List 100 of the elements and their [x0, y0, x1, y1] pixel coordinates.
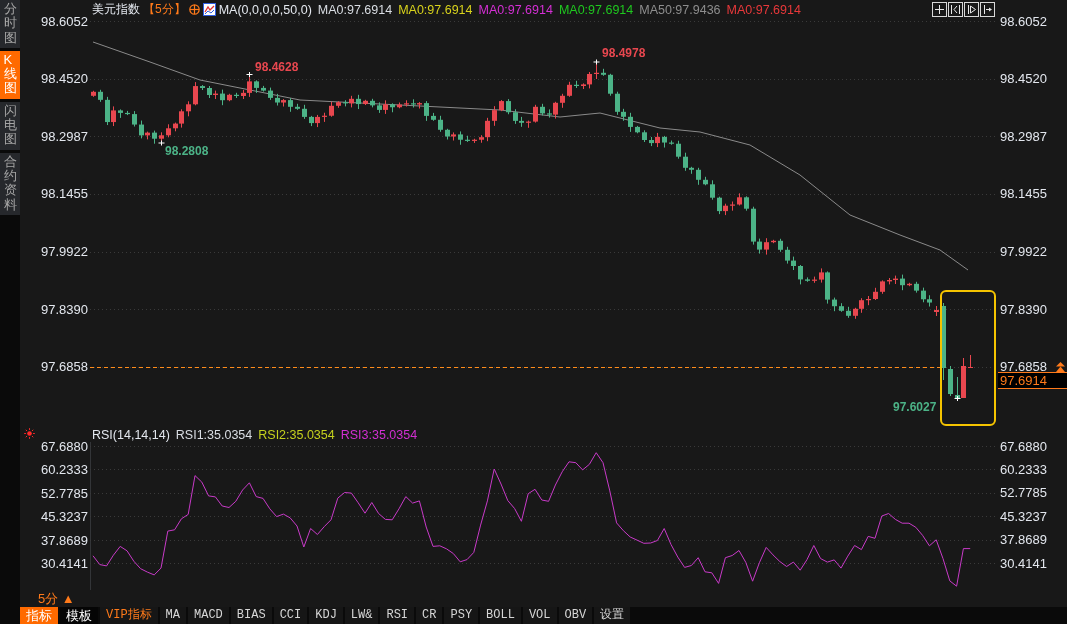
indicator-tab[interactable]: MA	[159, 607, 186, 624]
falling-candle	[431, 112, 436, 122]
rising-candle	[404, 99, 409, 107]
double-caret-up-icon[interactable]	[1056, 361, 1065, 372]
indicator-tab[interactable]: BOLL	[480, 607, 521, 624]
marker-icon	[954, 395, 961, 402]
rsi-axis-label: 67.6880	[1000, 438, 1048, 454]
falling-candle	[254, 79, 259, 94]
rising-candle	[111, 105, 116, 127]
starburst-icon[interactable]	[24, 428, 35, 439]
falling-candle	[118, 108, 123, 119]
marker-icon	[593, 59, 600, 65]
indicator-name: RSI(14,14,14)	[92, 427, 170, 442]
rising-candle	[336, 100, 341, 109]
indicator-tab[interactable]: 设置	[594, 607, 631, 624]
falling-candle	[798, 264, 803, 285]
indicator-tab[interactable]: LW&	[344, 607, 379, 624]
chart-icon[interactable]	[202, 3, 216, 16]
falling-candle	[132, 110, 137, 128]
rsi-value: RSI2:35.0354	[258, 427, 335, 442]
marker-icon	[158, 140, 165, 146]
rising-candle	[880, 279, 885, 295]
falling-candle	[424, 100, 429, 122]
rising-candle	[907, 282, 912, 287]
falling-candle	[288, 97, 293, 113]
high-price-label: 98.4978	[602, 46, 646, 60]
exit-right-icon[interactable]	[980, 2, 995, 17]
rsi-axis-label: 37.8689	[1000, 532, 1048, 548]
rsi-axis-label: 37.8689	[41, 532, 88, 548]
rsi-axis-label: 60.2333	[1000, 461, 1048, 477]
falling-candle	[234, 92, 239, 99]
indicator-tab[interactable]: PSY	[444, 607, 479, 624]
rising-candle	[145, 131, 150, 140]
play-icon[interactable]	[964, 2, 979, 17]
crosshair-icon[interactable]	[932, 2, 947, 17]
rising-candle	[533, 104, 538, 124]
rising-candle	[812, 276, 817, 284]
rising-candle	[934, 305, 939, 317]
rising-candle	[492, 105, 497, 127]
sidebar-tab[interactable]: 分时图	[0, 0, 20, 48]
indicator-tab[interactable]: VIP指标	[100, 607, 158, 624]
indicator-tab[interactable]: CCI	[273, 607, 308, 624]
price-axis-label: 97.8390	[41, 301, 88, 317]
rsi-axis-label: 52.7785	[41, 485, 88, 501]
indicator-tab[interactable]: BIAS	[230, 607, 272, 624]
falling-candle	[207, 85, 212, 99]
falling-candle	[900, 274, 905, 291]
rsi-axis-label: 67.6880	[41, 439, 88, 454]
rising-candle	[186, 100, 191, 117]
moving-average-value: MA0:97.6914	[558, 2, 634, 17]
moving-average-value: MA0:97.6914	[726, 2, 801, 17]
price-axis-label: 98.2987	[1000, 128, 1048, 144]
falling-candle	[710, 179, 715, 201]
rising-candle	[737, 192, 742, 206]
period-selector[interactable]: 5分 ▲	[38, 591, 75, 606]
rsi-axis-label: 45.3237	[41, 509, 88, 525]
marker-icon	[246, 71, 253, 78]
rising-candle	[819, 267, 824, 284]
step-left-icon[interactable]	[948, 2, 963, 17]
rising-candle	[227, 93, 232, 102]
rising-candle	[560, 93, 565, 109]
symbol-name: 美元指数	[92, 1, 140, 18]
falling-candle	[608, 73, 613, 97]
rising-candle	[567, 81, 572, 98]
falling-candle	[574, 80, 579, 89]
falling-candle	[200, 84, 205, 91]
falling-candle	[411, 98, 416, 108]
price-axis-label: 97.6858	[1000, 359, 1047, 375]
price-axis-label: 98.4520	[1000, 71, 1048, 87]
rising-candle	[315, 114, 320, 128]
indicator-tab[interactable]: VOL	[522, 607, 557, 624]
rising-candle	[451, 131, 456, 141]
price-axis-label: 98.4520	[41, 71, 88, 87]
falling-candle	[642, 129, 647, 143]
indicator-tab[interactable]: RSI	[380, 607, 415, 624]
rising-candle	[417, 101, 422, 109]
falling-candle	[370, 98, 375, 108]
indicator-tab[interactable]: MACD	[188, 607, 229, 624]
circle-plus-icon[interactable]	[188, 4, 200, 15]
indicator-name: MA(0,0,0,0,50,0)	[218, 2, 312, 17]
falling-candle	[744, 195, 749, 212]
falling-candle	[377, 101, 382, 114]
high-price-label: 98.4628	[255, 60, 299, 74]
mode-tab[interactable]: 模板	[60, 607, 98, 624]
rsi-axis-label: 30.4141	[41, 556, 88, 572]
indicator-tab[interactable]: KDJ	[309, 607, 343, 624]
falling-candle	[635, 125, 640, 134]
sidebar-tab[interactable]: 闪电图	[0, 101, 20, 150]
rising-candle	[383, 99, 388, 115]
falling-candle	[309, 115, 314, 127]
sidebar-tab[interactable]: 合约资料	[0, 152, 20, 215]
period-label: 【5分】	[143, 1, 186, 18]
falling-candle	[506, 98, 511, 115]
rising-candle	[961, 357, 966, 399]
rising-candle	[322, 112, 327, 123]
price-axis-label: 98.6052	[1000, 13, 1048, 29]
falling-candle	[662, 135, 667, 149]
indicator-tab[interactable]: OBV	[558, 607, 593, 624]
rising-candle	[329, 101, 334, 118]
indicator-tab[interactable]: CR	[416, 607, 443, 624]
